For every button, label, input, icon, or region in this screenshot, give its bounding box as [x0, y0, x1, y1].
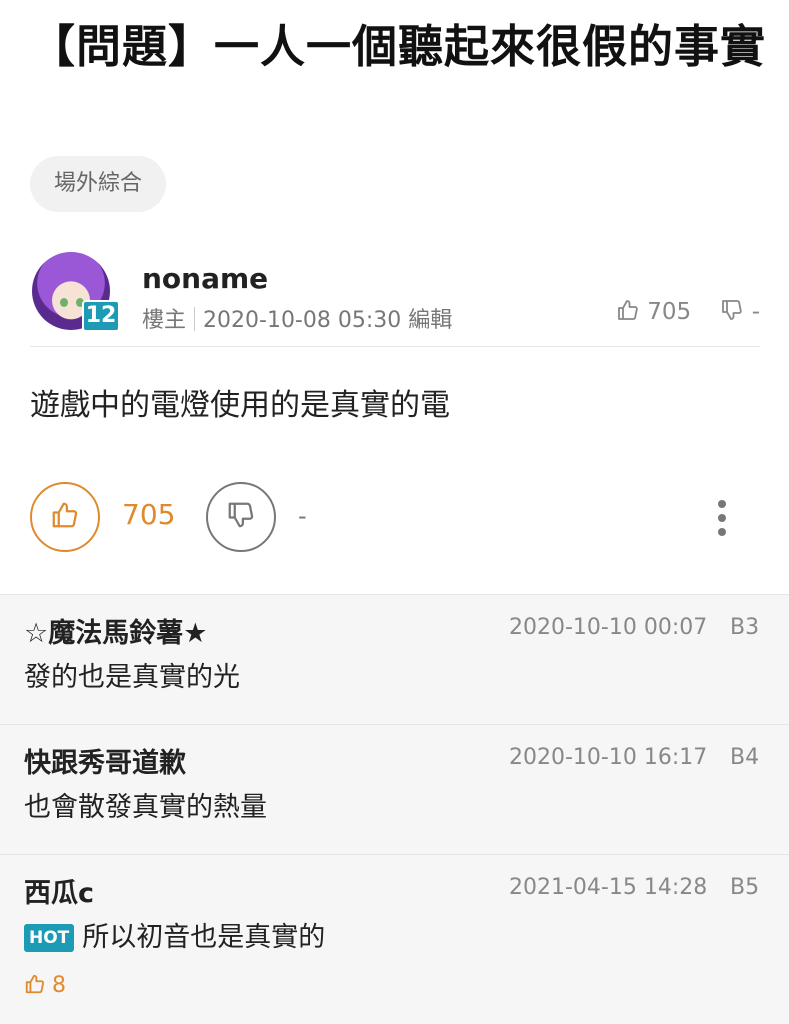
thumbs-down-icon [226, 500, 256, 534]
post-title: 【問題】一人一個聽起來很假的事實 [30, 20, 767, 73]
reply-time: 2020-10-10 00:07 [509, 615, 708, 640]
reply-list: ☆魔法馬鈴薯★ 2020-10-10 00:07 B3 發的也是真實的光 快跟秀… [0, 594, 789, 1024]
reply-floor: B4 [730, 745, 760, 770]
reply-item: 快跟秀哥道歉 2020-10-10 16:17 B4 也會散發真實的熱量 [0, 725, 789, 855]
divider [30, 346, 760, 347]
more-vertical-icon[interactable] [714, 500, 730, 536]
reply-time: 2021-04-15 14:28 [509, 875, 708, 900]
like-button[interactable] [30, 482, 100, 552]
reply-floor: B3 [730, 615, 760, 640]
like-count: 705 [122, 498, 176, 531]
reply-text-wrapper: HOT 所以初音也是真實的 [24, 915, 325, 954]
author-dislike-count: - [751, 299, 760, 325]
thumbs-up-icon [50, 500, 80, 534]
reply-text: 發的也是真實的光 [24, 662, 240, 693]
meta-divider [194, 307, 196, 331]
board-tag[interactable]: 場外綜合 [30, 156, 167, 212]
dislike-count: - [298, 502, 307, 530]
reply-likes[interactable]: 8 [24, 973, 66, 1001]
author-name[interactable]: noname [142, 262, 268, 295]
dislike-button[interactable] [206, 482, 276, 552]
post-body: 遊戲中的電燈使用的是真實的電 [30, 388, 450, 423]
reply-author[interactable]: 快跟秀哥道歉 [24, 741, 186, 780]
post-datetime: 2020-10-08 05:30 [203, 308, 402, 333]
reply-time: 2020-10-10 16:17 [509, 745, 708, 770]
reply-text: 所以初音也是真實的 [82, 922, 326, 953]
reply-item: 西瓜c 2021-04-15 14:28 B5 HOT 所以初音也是真實的 8 [0, 855, 789, 1024]
thumbs-up-icon[interactable] [616, 298, 640, 328]
edit-link[interactable]: 編輯 [408, 308, 452, 333]
reply-floor: B5 [730, 875, 760, 900]
post-actions: 705 - [30, 482, 760, 552]
level-badge: 12 [82, 300, 120, 332]
author-header: 12 noname 樓主 2020-10-08 05:30 編輯 705 - [30, 250, 760, 350]
author-role: 樓主 [142, 308, 187, 333]
author-meta: 樓主 2020-10-08 05:30 編輯 [142, 302, 452, 334]
reply-item: ☆魔法馬鈴薯★ 2020-10-10 00:07 B3 發的也是真實的光 [0, 595, 789, 725]
author-like-count: 705 [647, 299, 692, 325]
author-votes: 705 - [616, 298, 760, 328]
hot-badge: HOT [24, 924, 75, 952]
reply-author[interactable]: ☆魔法馬鈴薯★ [24, 611, 207, 650]
thumbs-down-icon[interactable] [720, 298, 744, 328]
reply-like-count: 8 [52, 973, 66, 998]
reply-author[interactable]: 西瓜c [24, 871, 94, 910]
reply-text: 也會散發真實的熱量 [24, 792, 267, 823]
thumbs-up-icon [24, 973, 46, 1001]
avatar-eye [60, 298, 68, 307]
